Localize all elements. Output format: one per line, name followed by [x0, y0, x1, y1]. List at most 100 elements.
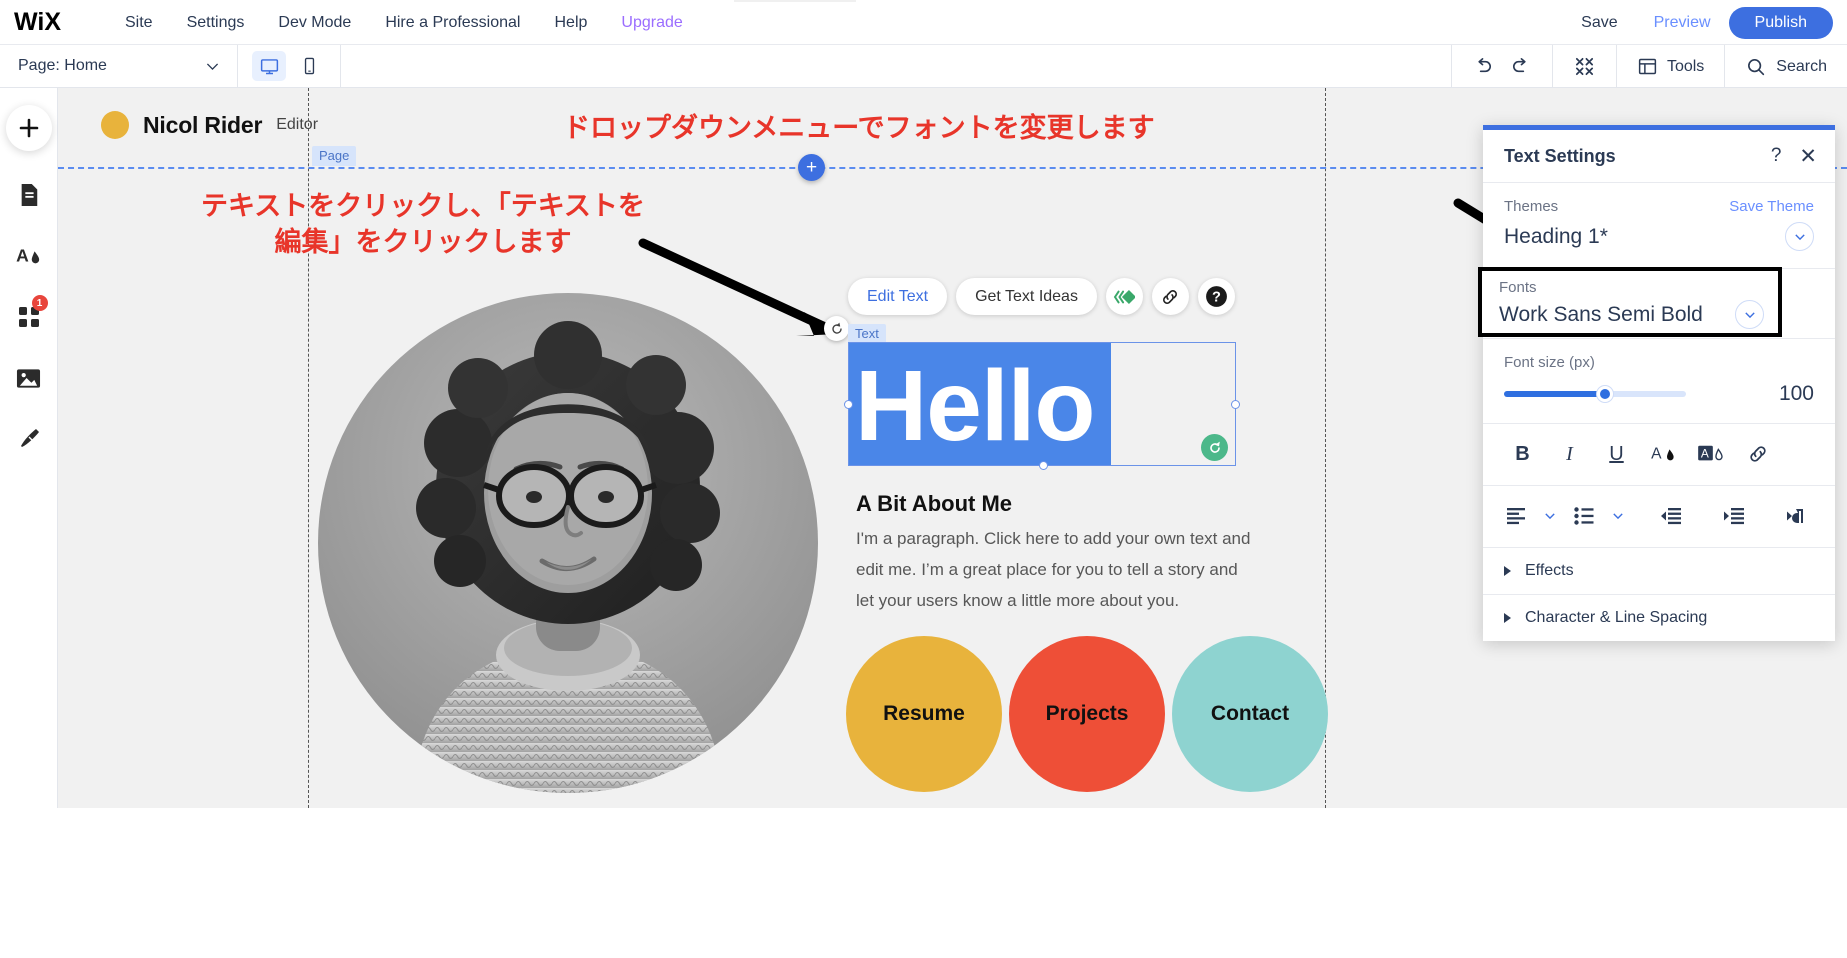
- font-size-section: Font size (px) 100: [1483, 339, 1835, 424]
- link-icon: [1747, 443, 1769, 465]
- add-elements-button[interactable]: [6, 105, 52, 151]
- menu-help[interactable]: Help: [537, 0, 604, 45]
- apps-button[interactable]: 1: [10, 300, 48, 334]
- text-direction-button[interactable]: [1774, 499, 1819, 533]
- list-style-dropdown[interactable]: [1607, 499, 1628, 533]
- menu-site[interactable]: Site: [108, 0, 170, 45]
- circle-button-contact[interactable]: Contact: [1172, 636, 1328, 792]
- page-section-tag: Page: [312, 146, 356, 166]
- font-color-icon: A: [16, 244, 42, 268]
- bold-button[interactable]: B: [1499, 437, 1546, 471]
- page-selector[interactable]: Page: Home: [0, 45, 237, 88]
- site-name: Nicol Rider: [143, 112, 262, 139]
- text-align-dropdown[interactable]: [1539, 499, 1560, 533]
- bullet-list-icon: [1574, 507, 1594, 525]
- mobile-view-button[interactable]: [292, 51, 326, 81]
- about-paragraph[interactable]: I'm a paragraph. Click here to add your …: [856, 523, 1251, 616]
- tools-button[interactable]: Tools: [1637, 56, 1704, 77]
- chevron-down-icon: [204, 58, 221, 75]
- theme-dropdown-button[interactable]: [1785, 222, 1814, 251]
- collapse-icon: [1573, 55, 1596, 78]
- undo-button[interactable]: [1472, 55, 1495, 78]
- font-size-slider[interactable]: [1504, 391, 1686, 397]
- text-refresh-button[interactable]: [1201, 434, 1228, 461]
- menu-settings[interactable]: Settings: [170, 0, 262, 45]
- pages-menu-button[interactable]: [10, 178, 48, 212]
- annotation-left: テキストをクリックし、「テキストを 編集」をクリックします: [178, 188, 668, 261]
- fonts-dropdown-button[interactable]: [1735, 300, 1764, 329]
- media-button[interactable]: [10, 361, 48, 395]
- search-button[interactable]: Search: [1745, 56, 1827, 78]
- help-icon: ?: [1204, 284, 1229, 309]
- themes-label-row: Themes Save Theme: [1504, 198, 1814, 215]
- svg-text:A: A: [1651, 446, 1662, 463]
- rotate-handle[interactable]: [824, 316, 849, 341]
- text-highlight-button[interactable]: A: [1687, 437, 1734, 471]
- save-button[interactable]: Save: [1563, 14, 1635, 32]
- desktop-icon: [259, 56, 280, 77]
- effects-section[interactable]: Effects: [1483, 548, 1835, 595]
- panel-close-button[interactable]: ✕: [1799, 146, 1817, 167]
- increase-indent-button[interactable]: [1711, 499, 1756, 533]
- about-heading[interactable]: A Bit About Me: [856, 491, 1012, 517]
- underline-button[interactable]: U: [1593, 437, 1640, 471]
- resize-handle-bottom[interactable]: [1039, 461, 1048, 470]
- circle-button-resume-label: Resume: [883, 702, 965, 726]
- list-style-button[interactable]: [1567, 499, 1601, 533]
- bottom-strip: [0, 808, 1847, 958]
- preview-button[interactable]: Preview: [1636, 14, 1729, 32]
- search-label: Search: [1776, 58, 1827, 76]
- mobile-icon: [300, 56, 319, 76]
- edit-text-button[interactable]: Edit Text: [848, 278, 947, 315]
- outdent-icon: [1660, 507, 1682, 525]
- font-size-value[interactable]: 100: [1779, 382, 1814, 406]
- circle-button-projects[interactable]: Projects: [1009, 636, 1165, 792]
- search-group: Search: [1724, 45, 1847, 88]
- spacing-section[interactable]: Character & Line Spacing: [1483, 595, 1835, 641]
- fonts-highlight-box[interactable]: Fonts Work Sans Semi Bold: [1478, 267, 1782, 337]
- add-section-button[interactable]: +: [798, 154, 825, 181]
- portrait-image[interactable]: [318, 293, 818, 793]
- menu-hire-a-professional[interactable]: Hire a Professional: [368, 0, 537, 45]
- italic-button[interactable]: I: [1546, 437, 1593, 471]
- fonts-value-row[interactable]: Work Sans Semi Bold: [1499, 300, 1764, 329]
- circle-button-resume[interactable]: Resume: [846, 636, 1002, 792]
- decrease-indent-button[interactable]: [1648, 499, 1693, 533]
- get-text-ideas-button[interactable]: Get Text Ideas: [956, 278, 1097, 315]
- text-color-button[interactable]: A: [1640, 437, 1687, 471]
- text-color-icon: A: [1651, 443, 1677, 465]
- undo-icon: [1472, 55, 1495, 78]
- text-element-box[interactable]: Hello: [848, 342, 1236, 466]
- menu-dev-mode[interactable]: Dev Mode: [261, 0, 368, 45]
- link-button[interactable]: [1152, 278, 1189, 315]
- text-align-button[interactable]: [1499, 499, 1533, 533]
- publish-button[interactable]: Publish: [1729, 7, 1833, 39]
- theme-value-row[interactable]: Heading 1*: [1504, 222, 1814, 251]
- rtl-icon: [1786, 507, 1806, 525]
- desktop-view-button[interactable]: [252, 51, 286, 81]
- top-menu-bar: WiX Site Settings Dev Mode Hire a Profes…: [0, 0, 1847, 45]
- svg-text:A: A: [16, 246, 29, 266]
- slider-knob[interactable]: [1597, 386, 1613, 402]
- resize-handle-left[interactable]: [844, 400, 853, 409]
- hello-heading[interactable]: Hello: [855, 347, 1094, 465]
- editor-toolbar: Page: Home: [0, 45, 1847, 88]
- spacing-label: Character & Line Spacing: [1525, 609, 1707, 627]
- panel-help-button[interactable]: ?: [1771, 145, 1782, 167]
- resize-handle-right[interactable]: [1231, 400, 1240, 409]
- animation-button[interactable]: [1106, 278, 1143, 315]
- link-button[interactable]: [1734, 437, 1781, 471]
- svg-text:WiX: WiX: [14, 9, 61, 35]
- annotation-top: ドロップダウンメニューでフォントを変更します: [563, 110, 1155, 146]
- save-theme-link[interactable]: Save Theme: [1729, 198, 1814, 215]
- wix-logo[interactable]: WiX: [12, 7, 78, 37]
- redo-button[interactable]: [1509, 55, 1532, 78]
- help-button[interactable]: ?: [1198, 278, 1235, 315]
- zoom-out-button[interactable]: [1573, 55, 1596, 78]
- site-design-button[interactable]: A: [10, 239, 48, 273]
- svg-text:?: ?: [1212, 290, 1221, 306]
- menu-upgrade[interactable]: Upgrade: [604, 0, 699, 45]
- chevron-down-icon: [1543, 509, 1557, 523]
- redo-icon: [1509, 55, 1532, 78]
- blog-button[interactable]: [10, 422, 48, 456]
